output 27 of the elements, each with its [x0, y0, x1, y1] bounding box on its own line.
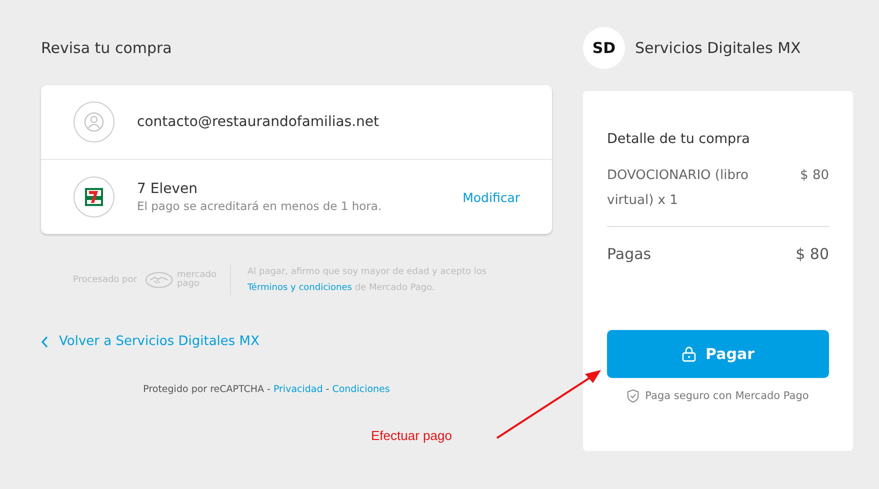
recaptcha-text: Protegido por reCAPTCHA - — [143, 384, 270, 395]
section-title: Revisa tu compra — [41, 39, 173, 59]
payment-method-name: 7 Eleven — [137, 181, 198, 197]
shield-check-icon — [627, 389, 640, 403]
secure-note: Paga seguro con Mercado Pago — [645, 390, 809, 402]
terms-link[interactable]: Términos y condiciones — [247, 283, 352, 293]
item-price: $ 80 — [800, 167, 829, 185]
handshake-logo-icon — [144, 271, 173, 289]
user-icon — [73, 101, 115, 143]
annotation-text: Efectuar pago — [371, 428, 452, 443]
modify-link[interactable]: Modificar — [462, 190, 520, 204]
summary-title: Detalle de tu compra — [607, 131, 751, 147]
privacy-link[interactable]: Privacidad — [273, 384, 323, 395]
payment-note: El pago se acreditará en menos de 1 hora. — [137, 199, 383, 213]
chevron-left-icon — [41, 336, 49, 348]
email-text: contacto@restaurandofamilias.net — [137, 114, 380, 130]
store-logo-icon — [73, 176, 115, 218]
seller-name: Servicios Digitales MX — [635, 39, 801, 57]
total-label: Pagas — [607, 245, 652, 263]
item-name: DOVOCIONARIO (libro virtual) x 1 — [607, 167, 750, 210]
lock-icon — [682, 346, 696, 362]
pay-button[interactable]: Pagar — [607, 330, 829, 378]
conditions-link[interactable]: Condiciones — [332, 384, 390, 395]
total-amount: $ 80 — [796, 245, 829, 263]
seller-logo: SD — [583, 27, 625, 69]
separator-text: - — [326, 384, 330, 395]
back-link[interactable]: Volver a Servicios Digitales MX — [41, 334, 260, 349]
